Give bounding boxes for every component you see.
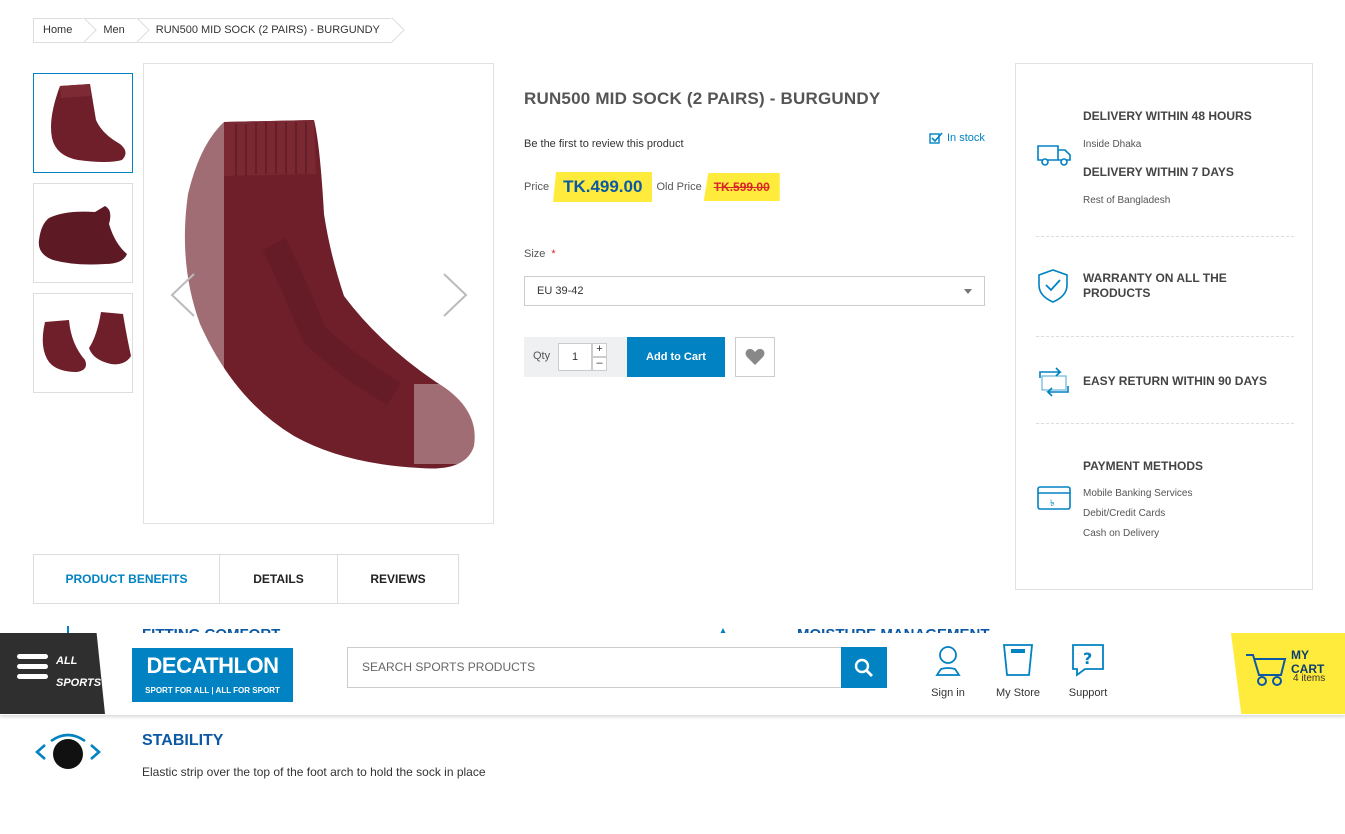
search-icon: [854, 658, 873, 677]
price-value: TK.499.00: [553, 172, 653, 202]
payment-method: Cash on Delivery: [1083, 528, 1160, 539]
tab-details[interactable]: DETAILS: [220, 555, 338, 603]
search-input[interactable]: SEARCH SPORTS PRODUCTS: [347, 647, 842, 688]
payment-method: Mobile Banking Services: [1083, 488, 1193, 499]
divider: [1036, 336, 1294, 337]
card-icon: ৳: [1037, 486, 1071, 510]
thumbnail-1[interactable]: [33, 73, 133, 173]
sticky-header: ALL SPORTS DECATHLON SPORT FOR ALL | ALL…: [0, 633, 1345, 715]
old-price-value: TK.599.00: [703, 173, 780, 201]
stock-status: In stock: [929, 132, 985, 144]
cart-button[interactable]: MY CART 4 items: [1231, 633, 1345, 714]
svg-text:৳: ৳: [1050, 499, 1055, 509]
caret-down-icon: [964, 289, 972, 294]
payment-method: Debit/Credit Cards: [1083, 508, 1166, 519]
product-title: RUN500 MID SOCK (2 PAIRS) - BURGUNDY: [524, 89, 881, 108]
price-label: Price: [524, 181, 550, 193]
qty-box: Qty 1 + –: [524, 337, 627, 377]
return-info: EASY RETURN WITHIN 90 DAYS: [1036, 362, 1294, 402]
chevron-right-icon[interactable]: [440, 272, 470, 318]
thumbnail-2[interactable]: [33, 183, 133, 283]
payment-title: PAYMENT METHODS: [1083, 459, 1204, 473]
product-tabs: PRODUCT BENEFITS DETAILS REVIEWS: [33, 554, 459, 604]
payment-info: ৳ PAYMENT METHODS Mobile Banking Service…: [1036, 457, 1294, 547]
wishlist-button[interactable]: [735, 337, 775, 377]
price-row: Price TK.499.00 Old Price TK.599.00: [524, 170, 780, 204]
delivery-sub-rest: Rest of Bangladesh: [1083, 195, 1171, 206]
sock-image: [38, 206, 127, 265]
all-sports-menu[interactable]: ALL SPORTS: [0, 633, 105, 714]
stock-label: In stock: [947, 132, 985, 144]
stability-title: STABILITY: [142, 732, 224, 749]
delivery-info: DELIVERY WITHIN 48 HOURS Inside Dhaka DE…: [1036, 106, 1294, 216]
qty-input[interactable]: 1: [558, 343, 592, 371]
breadcrumb-separator: [379, 17, 405, 43]
search-button[interactable]: [841, 647, 887, 688]
info-panel: DELIVERY WITHIN 48 HOURS Inside Dhaka DE…: [1015, 63, 1313, 590]
stability-description: Elastic strip over the top of the foot a…: [142, 765, 486, 779]
heart-icon: [745, 348, 765, 365]
qty-decrease-button[interactable]: –: [592, 357, 607, 371]
tab-reviews[interactable]: REVIEWS: [338, 555, 458, 603]
size-label-text: Size: [524, 248, 546, 260]
size-label: Size *: [524, 248, 556, 260]
required-marker: *: [551, 248, 556, 260]
logo-tagline: SPORT FOR ALL | ALL FOR SPORT: [145, 686, 280, 695]
svg-text:?: ?: [1083, 649, 1092, 668]
size-select[interactable]: EU 39-42: [524, 276, 985, 306]
breadcrumb-current: RUN500 MID SOCK (2 PAIRS) - BURGUNDY: [136, 17, 405, 43]
all-sports-line-2: SPORTS: [56, 677, 102, 689]
stability-icon: [35, 733, 101, 769]
support-link[interactable]: ? Support: [1058, 643, 1118, 699]
warranty-title-line-2: PRODUCTS: [1083, 286, 1151, 300]
add-to-cart-button[interactable]: Add to Cart: [627, 337, 725, 377]
store-icon: [1003, 644, 1033, 676]
breadcrumb-home[interactable]: Home: [33, 17, 98, 43]
decathlon-logo[interactable]: DECATHLON SPORT FOR ALL | ALL FOR SPORT: [132, 648, 293, 702]
qty-label: Qty: [533, 350, 551, 362]
support-label: Support: [1068, 687, 1108, 699]
cart-icon: [1246, 654, 1287, 686]
qty-increase-button[interactable]: +: [592, 343, 607, 357]
size-selected-value: EU 39-42: [537, 285, 584, 297]
warranty-title-line-1: WARRANTY ON ALL THE: [1083, 271, 1227, 285]
cart-title: MY CART: [1291, 648, 1325, 676]
delivery-title-7d: DELIVERY WITHIN 7 DAYS: [1083, 165, 1234, 179]
sock-image: [42, 312, 131, 372]
user-icon: [935, 646, 961, 676]
delivery-title-48h: DELIVERY WITHIN 48 HOURS: [1083, 109, 1252, 123]
my-store-label: My Store: [995, 687, 1040, 699]
checkbox-icon: [929, 132, 943, 144]
tab-product-benefits[interactable]: PRODUCT BENEFITS: [34, 555, 220, 603]
truck-icon: [1037, 145, 1071, 166]
sign-in-link[interactable]: Sign in: [918, 643, 978, 699]
all-sports-label: ALL SPORTS: [56, 650, 101, 694]
all-sports-line-1: ALL: [56, 655, 78, 667]
sock-image: [51, 84, 126, 162]
shield-check-icon: [1038, 269, 1068, 303]
cart-count: 4 items: [1293, 673, 1326, 684]
thumbnail-3[interactable]: [33, 293, 133, 393]
divider: [1036, 423, 1294, 424]
return-title: EASY RETURN WITHIN 90 DAYS: [1083, 374, 1268, 388]
return-icon: [1039, 367, 1069, 397]
breadcrumb: Home Men RUN500 MID SOCK (2 PAIRS) - BUR…: [33, 17, 405, 43]
chevron-left-icon[interactable]: [168, 272, 198, 318]
old-price-label: Old Price: [656, 181, 702, 193]
review-link[interactable]: Be the first to review this product: [524, 138, 684, 150]
help-icon: ?: [1072, 644, 1104, 677]
my-store-link[interactable]: My Store: [988, 643, 1048, 699]
hamburger-menu-icon: [17, 654, 48, 679]
delivery-sub-dhaka: Inside Dhaka: [1083, 139, 1142, 150]
sign-in-label: Sign in: [931, 687, 965, 699]
logo-brand: DECATHLON: [146, 653, 279, 678]
divider: [1036, 236, 1294, 237]
product-main-image[interactable]: [143, 63, 494, 524]
warranty-info: WARRANTY ON ALL THE PRODUCTS: [1036, 264, 1294, 304]
